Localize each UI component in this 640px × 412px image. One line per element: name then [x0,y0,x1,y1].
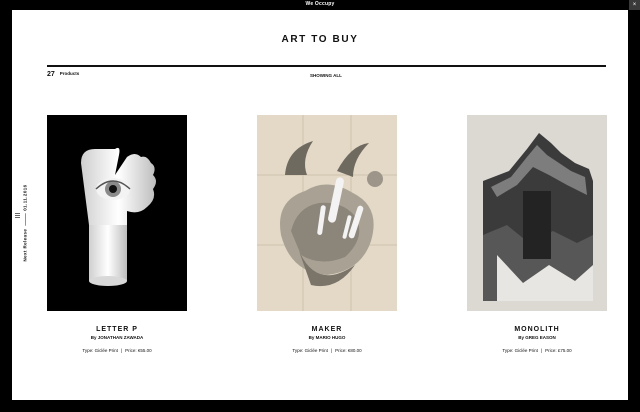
product-artist[interactable]: By GREG EASON [467,335,607,340]
product-type: Type: Giclée Print [502,348,538,353]
release-label: Next Release [22,228,28,262]
product-card[interactable]: MONOLITH By GREG EASON Type: Giclée Prin… [467,115,607,353]
product-meta: Type: Giclée Print | Price: €55.00 [82,348,152,353]
product-artist[interactable]: By JONATHAN ZAWADA [47,335,187,340]
product-price: Price: €80.00 [335,348,362,353]
product-artist[interactable]: By MARIO HUGO [257,335,397,340]
release-date: 01.11.2016 [22,184,28,211]
monolith-artwork [467,115,607,311]
count-label: Products [59,71,80,76]
brand-title[interactable]: We Occupy [0,1,640,7]
product-meta: Type: Giclée Print | Price: £75.00 [502,348,572,353]
product-image[interactable] [467,115,607,311]
close-icon[interactable]: × [629,0,640,10]
count-number: 27 [47,71,55,78]
product-name[interactable]: MAKER [257,326,397,333]
product-name[interactable]: LETTER P [47,326,187,333]
menu-icon[interactable] [15,213,20,218]
main-frame: ART TO BUY 27 Products SHOWING ALL LETTE… [12,10,628,400]
page-title: ART TO BUY [281,34,359,45]
maker-artwork [257,115,397,311]
product-price: Price: £75.00 [545,348,572,353]
product-type: Type: Giclée Print [292,348,328,353]
hand-eye-artwork [81,147,156,286]
next-release: Next Release———01.11.2016 [22,184,28,262]
product-image[interactable] [257,115,397,311]
product-count: 27 Products [47,71,79,78]
product-meta: Type: Giclée Print | Price: €80.00 [292,348,362,353]
divider [47,65,606,67]
product-type: Type: Giclée Print [82,348,118,353]
top-bar: We Occupy × [0,0,640,10]
product-image[interactable] [47,115,187,311]
product-name[interactable]: MONOLITH [467,326,607,333]
filter-toggle[interactable]: SHOWING ALL [310,73,342,78]
product-card[interactable]: MAKER By MARIO HUGO Type: Giclée Print | P… [257,115,397,353]
product-card[interactable]: LETTER P By JONATHAN ZAWADA Type: Giclée… [47,115,187,353]
product-price: Price: €55.00 [125,348,152,353]
